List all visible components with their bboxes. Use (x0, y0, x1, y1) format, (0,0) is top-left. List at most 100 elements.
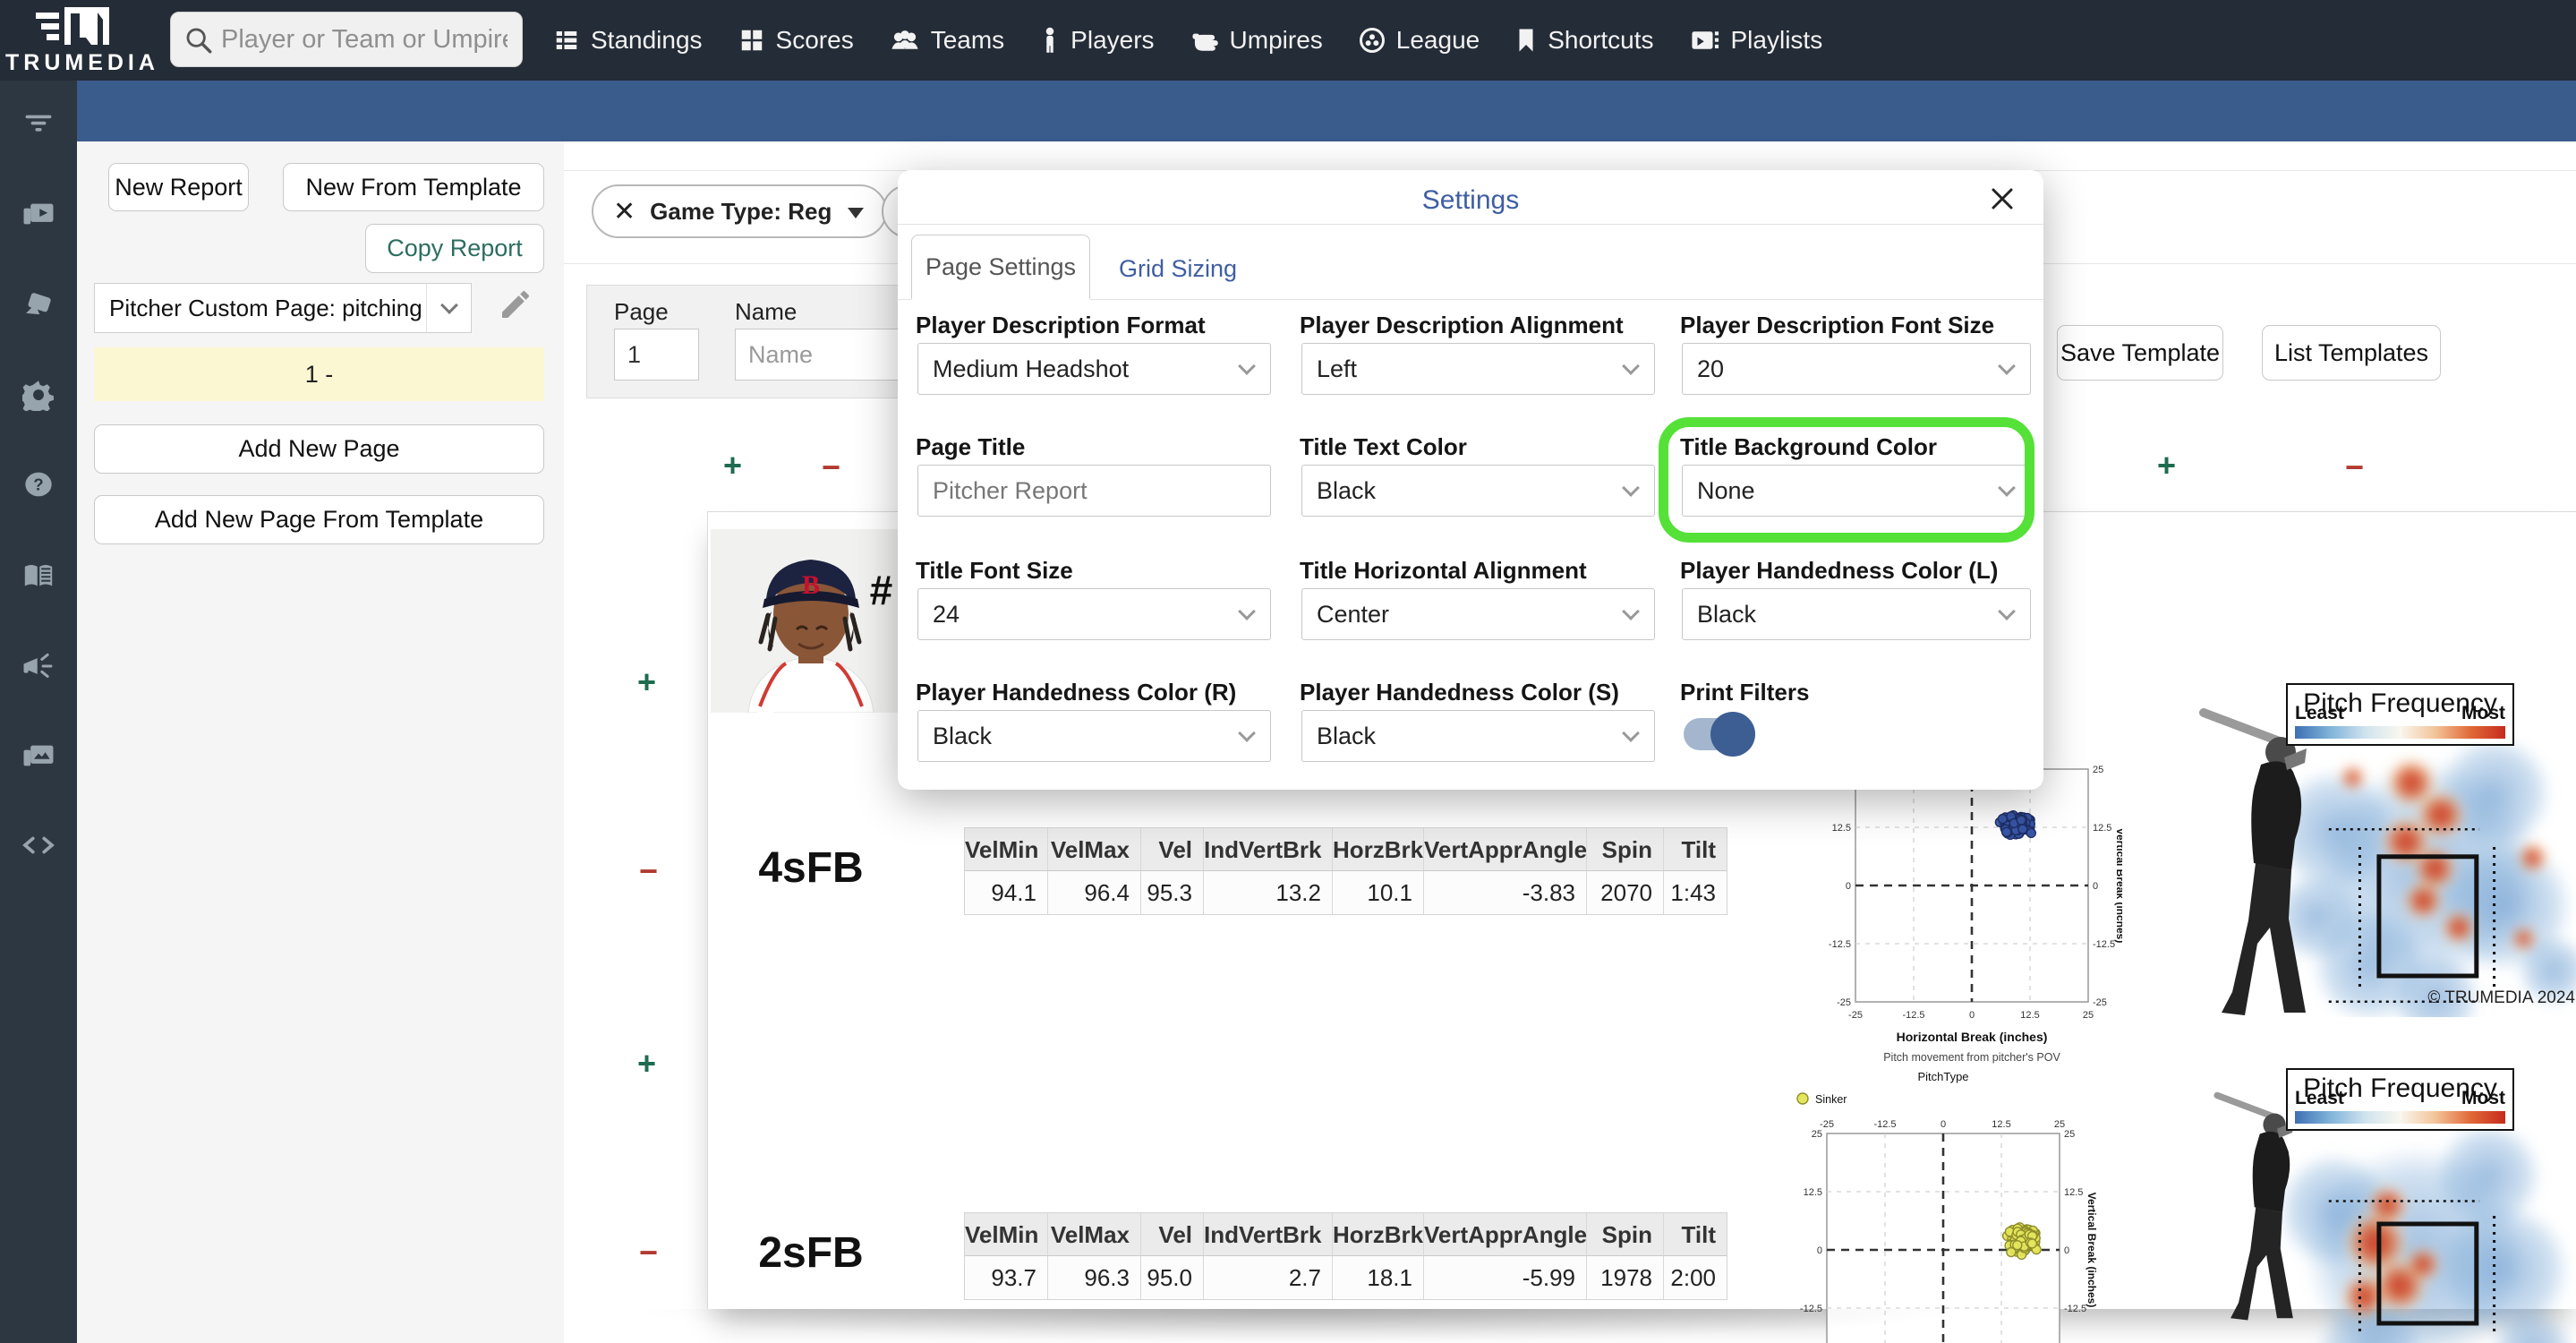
chevron-down-icon (1608, 344, 1654, 394)
field-label: Player Description Alignment (1300, 312, 1624, 338)
svg-text:-12.5: -12.5 (2064, 1304, 2086, 1314)
nav-item-players[interactable]: Players (1040, 26, 1155, 55)
copy-report-button[interactable]: Copy Report (365, 224, 544, 273)
select-value: Black (1317, 722, 1377, 749)
add-new-page-from-template-button[interactable]: Add New Page From Template (94, 495, 544, 544)
column-header: IndVertBrk (1203, 828, 1332, 871)
new-report-button[interactable]: New Report (108, 163, 249, 211)
close-icon[interactable]: ✕ (613, 196, 635, 227)
nav-item-shortcuts[interactable]: Shortcuts (1515, 26, 1654, 55)
nav-item-scores[interactable]: Scores (738, 26, 854, 55)
cell-value: -5.99 (1423, 1256, 1586, 1299)
cell-value: 95.3 (1140, 871, 1203, 914)
remove-column-button[interactable]: − (2345, 451, 2364, 483)
code-icon[interactable] (0, 825, 77, 865)
page-title-input[interactable] (917, 465, 1271, 517)
edit-pencil-icon[interactable] (498, 287, 533, 327)
column-header: Tilt (1663, 828, 1727, 871)
print-filters-toggle[interactable] (1684, 712, 1755, 757)
shortcuts-icon (1515, 27, 1537, 54)
svg-text:25: 25 (2054, 1119, 2065, 1130)
search-input[interactable] (221, 13, 508, 66)
page-number-input[interactable] (614, 329, 699, 381)
whiteboard-icon[interactable] (0, 286, 77, 325)
add-column-button[interactable]: + (723, 449, 742, 482)
title-text-color-select[interactable]: Black (1301, 465, 1655, 517)
playlist-video-icon[interactable] (0, 194, 77, 234)
announcements-megaphone-icon[interactable] (0, 646, 77, 686)
nav-item-standings[interactable]: Standings (553, 26, 703, 55)
cell-value: 2070 (1586, 871, 1663, 914)
new-from-template-button[interactable]: New From Template (283, 163, 544, 211)
player-handedness-color-r-select[interactable]: Black (917, 710, 1271, 762)
svg-text:B: B (802, 570, 820, 600)
nav-item-teams[interactable]: Teams (890, 26, 1004, 55)
filter-icon[interactable] (0, 103, 77, 142)
remove-column-button[interactable]: − (822, 451, 840, 483)
title-horizontal-alignment-select[interactable]: Center (1301, 588, 1655, 640)
nav-item-umpires[interactable]: Umpires (1190, 26, 1323, 55)
tab-grid-sizing[interactable]: Grid Sizing (1119, 255, 1237, 283)
player-handedness-color-l-select[interactable]: Black (1682, 588, 2031, 640)
player-handedness-color-s-select[interactable]: Black (1301, 710, 1655, 762)
nav-item-label: Teams (930, 26, 1005, 54)
svg-text:-12.5: -12.5 (1829, 939, 1851, 950)
player-description-format-select[interactable]: Medium Headshot (917, 343, 1271, 395)
settings-gear-icon[interactable] (0, 375, 77, 415)
column-header: VertApprAngle (1423, 1213, 1586, 1256)
title-font-size-select[interactable]: 24 (917, 588, 1271, 640)
chevron-down-icon (1608, 711, 1654, 761)
add-new-page-button[interactable]: Add New Page (94, 424, 544, 474)
close-icon[interactable] (1986, 183, 2018, 215)
teams-icon (890, 27, 920, 54)
chevron-down-icon (1608, 589, 1654, 639)
trumedia-logo-icon[interactable] (34, 5, 120, 53)
list-templates-button[interactable]: List Templates (2262, 325, 2441, 381)
image-gallery-icon[interactable] (0, 736, 77, 775)
nav-item-league[interactable]: League (1359, 26, 1480, 55)
report-select[interactable]: Pitcher Custom Page: pitching -... (94, 283, 472, 333)
svg-text:Vertical Break (inches): Vertical Break (inches) (2114, 828, 2122, 944)
select-value: Black (933, 722, 993, 749)
chevron-down-icon (848, 208, 865, 218)
playlists-icon (1690, 27, 1720, 54)
brand-name: TRUMEDIA (5, 50, 159, 75)
svg-text:Pitch movement from pitcher's: Pitch movement from pitcher's POV (1883, 1051, 2060, 1064)
filter-chip-game-type[interactable]: ✕ Game Type: Reg (592, 184, 888, 238)
player-description-alignment-select[interactable]: Left (1301, 343, 1655, 395)
field-label: Player Description Font Size (1680, 312, 1995, 338)
scores-icon (738, 27, 765, 54)
add-column-button[interactable]: + (2157, 449, 2176, 482)
heatmap-title-box: Pitch Frequency Least Most (2286, 1068, 2514, 1131)
chevron-down-icon (1983, 344, 2030, 394)
svg-text:12.5: 12.5 (1804, 1187, 1822, 1198)
search-icon (183, 25, 214, 60)
cell-value: 2:00 (1663, 1256, 1727, 1299)
field-label: Title Background Color (1680, 433, 1937, 460)
title-background-color-select[interactable]: None (1682, 465, 2031, 517)
modal-title: Settings (1421, 185, 1520, 215)
tab-page-settings[interactable]: Page Settings (911, 235, 1090, 300)
add-row-button[interactable]: + (637, 1048, 656, 1080)
player-description-font-size-select[interactable]: 20 (1682, 343, 2031, 395)
strike-zone-overlay (2328, 827, 2496, 1004)
report-select-value: Pitcher Custom Page: pitching -... (109, 294, 426, 321)
report-select-arrow[interactable] (426, 284, 471, 332)
column-header: VelMax (1047, 1213, 1140, 1256)
pitch-stats-table-2sfb: VelMin VelMax Vel IndVertBrk HorzBrk VertAppr… (964, 1212, 1727, 1300)
page-indicator[interactable]: 1 - (94, 347, 544, 401)
save-template-button[interactable]: Save Template (2057, 325, 2223, 381)
add-row-button[interactable]: + (637, 666, 656, 698)
chevron-down-icon (1983, 466, 2030, 516)
search-box[interactable] (170, 12, 523, 67)
remove-row-button[interactable]: − (639, 1236, 658, 1269)
svg-text:0: 0 (1846, 881, 1851, 892)
nav-item-playlists[interactable]: Playlists (1690, 26, 1822, 55)
cell-value: 18.1 (1332, 1256, 1423, 1299)
remove-row-button[interactable]: − (639, 855, 658, 887)
help-icon[interactable]: ? (0, 465, 77, 504)
manual-book-icon[interactable] (0, 556, 77, 595)
chevron-down-icon (1224, 711, 1270, 761)
report-left-panel: New Report New From Template Copy Report… (77, 141, 564, 1343)
svg-text:Horizontal Break (inches): Horizontal Break (inches) (1897, 1030, 2048, 1044)
